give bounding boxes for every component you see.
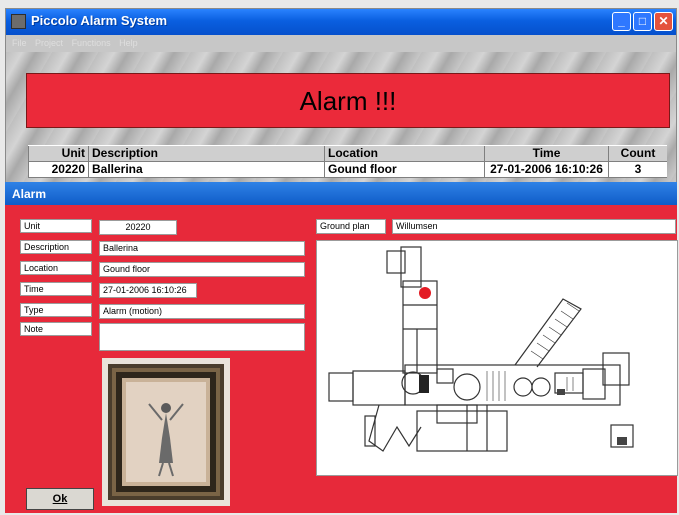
- menu-file[interactable]: File: [12, 38, 27, 48]
- close-button[interactable]: ✕: [654, 12, 673, 31]
- header-location[interactable]: Location: [324, 146, 484, 161]
- time-field[interactable]: 27-01-2006 16:10:26: [99, 283, 197, 298]
- dialog-title-bar[interactable]: Alarm: [5, 182, 677, 205]
- minimize-button[interactable]: _: [612, 12, 631, 31]
- table-row[interactable]: 20220 Ballerina Gound floor 27-01-2006 1…: [28, 162, 667, 178]
- window-title: Piccolo Alarm System: [31, 13, 168, 28]
- ground-plan-label: Ground plan: [316, 219, 386, 234]
- note-label: Note: [20, 322, 92, 336]
- header-time[interactable]: Time: [484, 146, 608, 161]
- description-field[interactable]: Ballerina: [99, 241, 305, 256]
- location-label: Location: [20, 261, 92, 275]
- unit-field[interactable]: 20220: [99, 220, 177, 235]
- cell-unit: 20220: [28, 162, 88, 177]
- ground-plan-image[interactable]: [316, 240, 678, 476]
- ok-button[interactable]: Ok: [26, 488, 94, 510]
- description-label: Description: [20, 240, 92, 254]
- type-field[interactable]: Alarm (motion): [99, 304, 305, 319]
- alarm-banner: Alarm !!!: [26, 73, 670, 128]
- alarm-banner-text: Alarm !!!: [299, 86, 397, 116]
- floor-plan-drawing: [328, 246, 634, 452]
- cell-location: Gound floor: [324, 162, 484, 177]
- ok-button-label: Ok: [52, 493, 68, 505]
- alarm-photo: [102, 358, 230, 506]
- header-unit[interactable]: Unit: [28, 146, 88, 161]
- alarm-table: Unit Description Location Time Count 202…: [28, 145, 667, 178]
- time-label: Time: [20, 282, 92, 296]
- unit-label: Unit: [20, 219, 92, 233]
- cell-description: Ballerina: [88, 162, 324, 177]
- type-label: Type: [20, 303, 92, 317]
- header-description[interactable]: Description: [88, 146, 324, 161]
- cell-time: 27-01-2006 16:10:26: [484, 162, 608, 177]
- note-field[interactable]: [99, 323, 305, 351]
- location-field[interactable]: Gound floor: [99, 262, 305, 277]
- table-header-row: Unit Description Location Time Count: [28, 145, 667, 162]
- alarm-dialog: Alarm Unit 20220 Description Ballerina L…: [5, 182, 678, 513]
- menu-functions[interactable]: Functions: [72, 38, 111, 48]
- maximize-button[interactable]: □: [633, 12, 652, 31]
- header-count[interactable]: Count: [608, 146, 667, 161]
- ground-plan-field[interactable]: Willumsen: [392, 219, 676, 234]
- app-icon: [11, 14, 26, 29]
- menu-help[interactable]: Help: [119, 38, 138, 48]
- dialog-title: Alarm: [12, 187, 47, 201]
- cell-count: 3: [608, 162, 667, 177]
- menu-bar: File Project Functions Help: [6, 35, 676, 52]
- title-bar[interactable]: Piccolo Alarm System _ □ ✕: [6, 9, 676, 35]
- menu-project[interactable]: Project: [35, 38, 63, 48]
